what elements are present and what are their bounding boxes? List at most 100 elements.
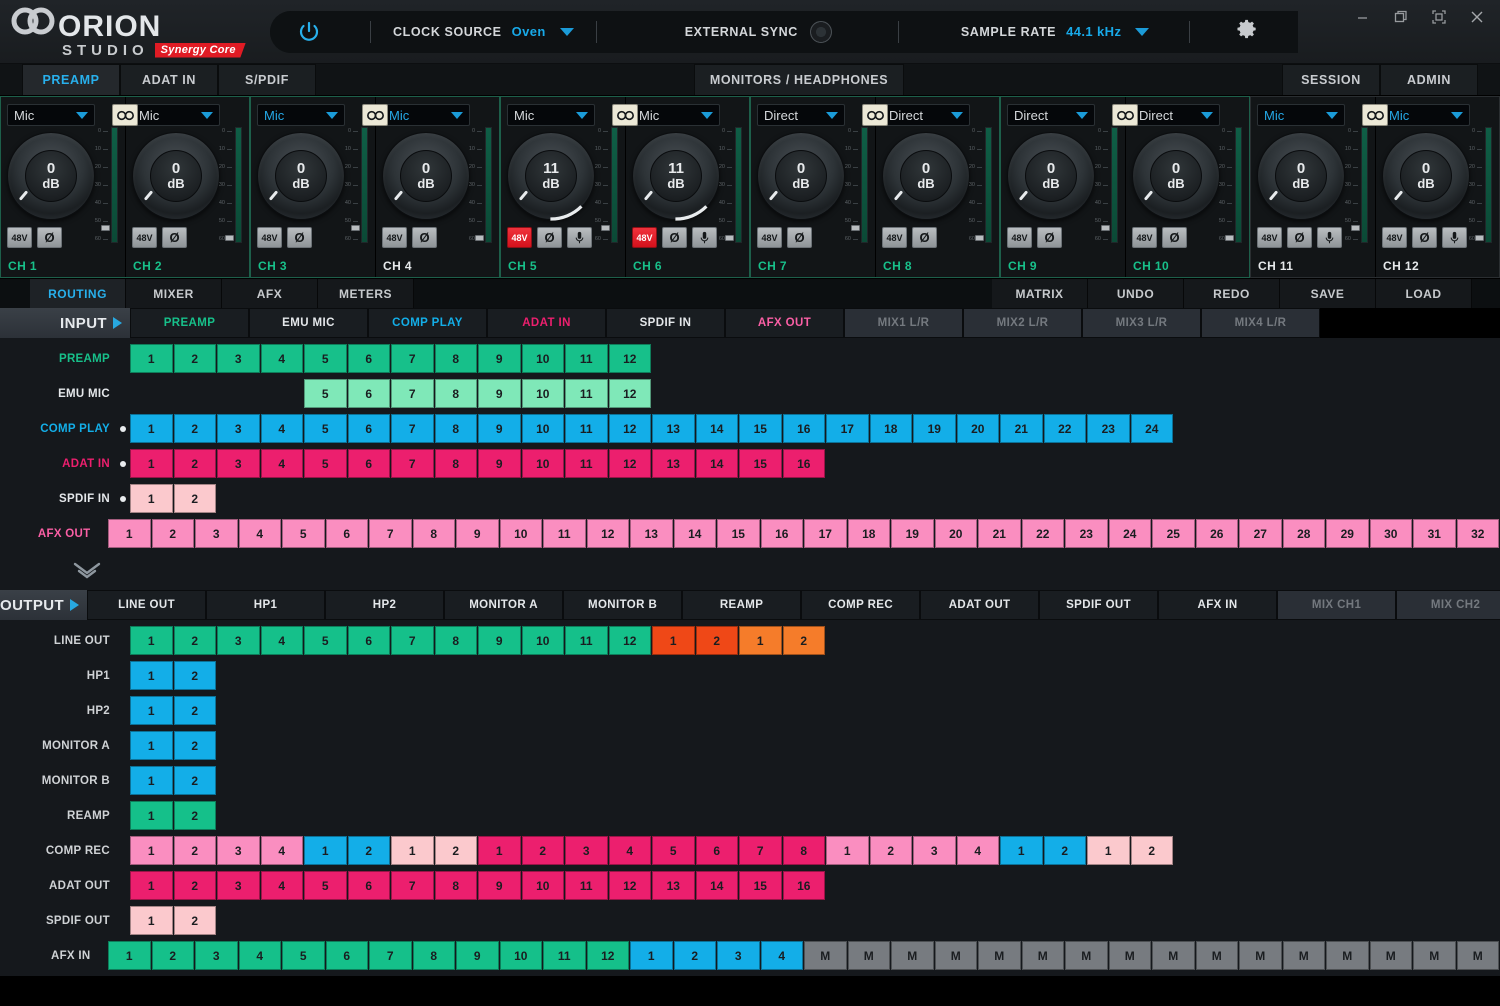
mic-instrument-button[interactable] [1442, 227, 1467, 248]
tab-s-pdif[interactable]: S/PDIF [218, 64, 316, 95]
matrix-cell[interactable]: 21 [978, 519, 1021, 548]
matrix-cell[interactable]: 2 [783, 626, 826, 655]
matrix-cell[interactable]: 2 [174, 731, 217, 760]
matrix-cell[interactable]: 2 [174, 414, 217, 443]
routing-tab-mixer[interactable]: MIXER [126, 279, 222, 308]
matrix-cell[interactable]: 2 [152, 941, 195, 970]
channel-link-button-2[interactable] [362, 104, 388, 126]
fullscreen-icon[interactable] [1430, 8, 1448, 26]
channel-link-button-6[interactable] [1362, 104, 1388, 126]
gain-knob-ch-12[interactable]: 0dB [1382, 132, 1470, 220]
gain-knob-ch-8[interactable]: 0dB [882, 132, 970, 220]
matrix-cell[interactable]: 10 [522, 449, 565, 478]
matrix-cell[interactable]: 10 [522, 871, 565, 900]
matrix-cell[interactable]: 2 [435, 836, 478, 865]
matrix-cell[interactable]: 4 [261, 871, 304, 900]
meter-fader-handle[interactable] [1101, 225, 1110, 231]
phantom-power-button[interactable]: 48V [257, 227, 282, 248]
matrix-cell[interactable]: 3 [217, 414, 260, 443]
phase-invert-button[interactable]: Ø [37, 227, 62, 248]
phantom-power-button[interactable]: 48V [632, 227, 657, 248]
matrix-cell[interactable]: 1 [130, 731, 173, 760]
matrix-cell[interactable]: 17 [826, 414, 869, 443]
route-button-comp-play[interactable]: COMP PLAY [368, 308, 487, 338]
route-button-adat-in[interactable]: ADAT IN [487, 308, 606, 338]
phase-invert-button[interactable]: Ø [787, 227, 812, 248]
matrix-cell[interactable]: 6 [348, 871, 391, 900]
matrix-cell[interactable]: 3 [913, 836, 956, 865]
channel-link-button-5[interactable] [1112, 104, 1138, 126]
gain-knob-ch-4[interactable]: 0dB [382, 132, 470, 220]
route-button-hp2[interactable]: HP2 [325, 590, 444, 620]
route-button-afx-in[interactable]: AFX IN [1158, 590, 1277, 620]
matrix-cell[interactable]: 25 [1152, 519, 1195, 548]
matrix-cell[interactable]: 21 [1000, 414, 1043, 443]
tab-session[interactable]: SESSION [1282, 64, 1380, 95]
matrix-cell[interactable]: 3 [565, 836, 608, 865]
matrix-cell[interactable]: 5 [282, 941, 325, 970]
matrix-cell[interactable]: 1 [130, 484, 173, 513]
matrix-cell[interactable]: 13 [652, 449, 695, 478]
matrix-cell[interactable]: 8 [435, 379, 478, 408]
route-button-mix-ch1[interactable]: MIX CH1 [1277, 590, 1396, 620]
matrix-cell[interactable]: 11 [565, 626, 608, 655]
matrix-cell[interactable]: 15 [739, 871, 782, 900]
chevron-down-icon[interactable] [1201, 112, 1213, 119]
matrix-cell[interactable]: 5 [304, 379, 347, 408]
matrix-cell[interactable]: 19 [891, 519, 934, 548]
route-button-hp1[interactable]: HP1 [206, 590, 325, 620]
matrix-cell[interactable]: 6 [348, 344, 391, 373]
phantom-power-button[interactable]: 48V [7, 227, 32, 248]
matrix-cell[interactable]: 2 [174, 836, 217, 865]
matrix-cell[interactable]: 10 [522, 626, 565, 655]
chevron-down-icon[interactable] [1451, 112, 1463, 119]
matrix-cell[interactable]: 16 [783, 871, 826, 900]
matrix-cell[interactable]: 7 [369, 519, 412, 548]
route-button-mix1-l-r[interactable]: MIX1 L/R [844, 308, 963, 338]
phase-invert-button[interactable]: Ø [162, 227, 187, 248]
matrix-cell[interactable]: 9 [478, 344, 521, 373]
tab-preamp[interactable]: PREAMP [22, 64, 120, 95]
gain-knob-ch-9[interactable]: 0dB [1007, 132, 1095, 220]
meter-fader-handle[interactable] [725, 235, 734, 241]
matrix-cell[interactable]: 9 [456, 941, 499, 970]
matrix-cell[interactable]: 4 [261, 449, 304, 478]
matrix-cell[interactable]: 15 [739, 449, 782, 478]
route-button-adat-out[interactable]: ADAT OUT [920, 590, 1039, 620]
chevron-down-icon[interactable] [76, 112, 88, 119]
matrix-cell[interactable]: M [1413, 941, 1456, 970]
matrix-cell[interactable]: 24 [1109, 519, 1152, 548]
matrix-cell[interactable]: 14 [696, 449, 739, 478]
chevron-down-icon[interactable] [576, 112, 588, 119]
matrix-cell[interactable]: 1 [130, 766, 173, 795]
matrix-cell[interactable]: 8 [435, 626, 478, 655]
matrix-cell[interactable]: 13 [630, 519, 673, 548]
route-button-spdif-in[interactable]: SPDIF IN [606, 308, 725, 338]
matrix-cell[interactable]: 7 [391, 626, 434, 655]
meter-fader-handle[interactable] [1475, 235, 1484, 241]
matrix-cell[interactable]: 9 [456, 519, 499, 548]
route-button-mix3-l-r[interactable]: MIX3 L/R [1082, 308, 1201, 338]
matrix-cell[interactable]: 17 [804, 519, 847, 548]
matrix-cell[interactable]: 11 [565, 449, 608, 478]
route-button-preamp[interactable]: PREAMP [130, 308, 249, 338]
matrix-cell[interactable]: 1 [652, 626, 695, 655]
channel-source-select-ch-2[interactable]: Mic [132, 104, 220, 126]
matrix-cell[interactable]: 1 [739, 626, 782, 655]
phantom-power-button[interactable]: 48V [382, 227, 407, 248]
matrix-cell[interactable]: 4 [261, 626, 304, 655]
mic-instrument-button[interactable] [567, 227, 592, 248]
chevron-down-icon[interactable] [451, 112, 463, 119]
matrix-cell[interactable]: 1 [478, 836, 521, 865]
chevron-down-icon[interactable] [326, 112, 338, 119]
meter-fader-handle[interactable] [1351, 225, 1360, 231]
phase-invert-button[interactable]: Ø [1162, 227, 1187, 248]
matrix-cell[interactable]: 18 [848, 519, 891, 548]
matrix-cell[interactable]: 7 [391, 414, 434, 443]
mic-instrument-button[interactable] [692, 227, 717, 248]
matrix-cell[interactable]: 2 [348, 836, 391, 865]
matrix-cell[interactable]: 1 [130, 344, 173, 373]
route-button-mix2-l-r[interactable]: MIX2 L/R [963, 308, 1082, 338]
matrix-cell[interactable]: 7 [391, 379, 434, 408]
routing-tab-undo[interactable]: UNDO [1088, 279, 1184, 308]
